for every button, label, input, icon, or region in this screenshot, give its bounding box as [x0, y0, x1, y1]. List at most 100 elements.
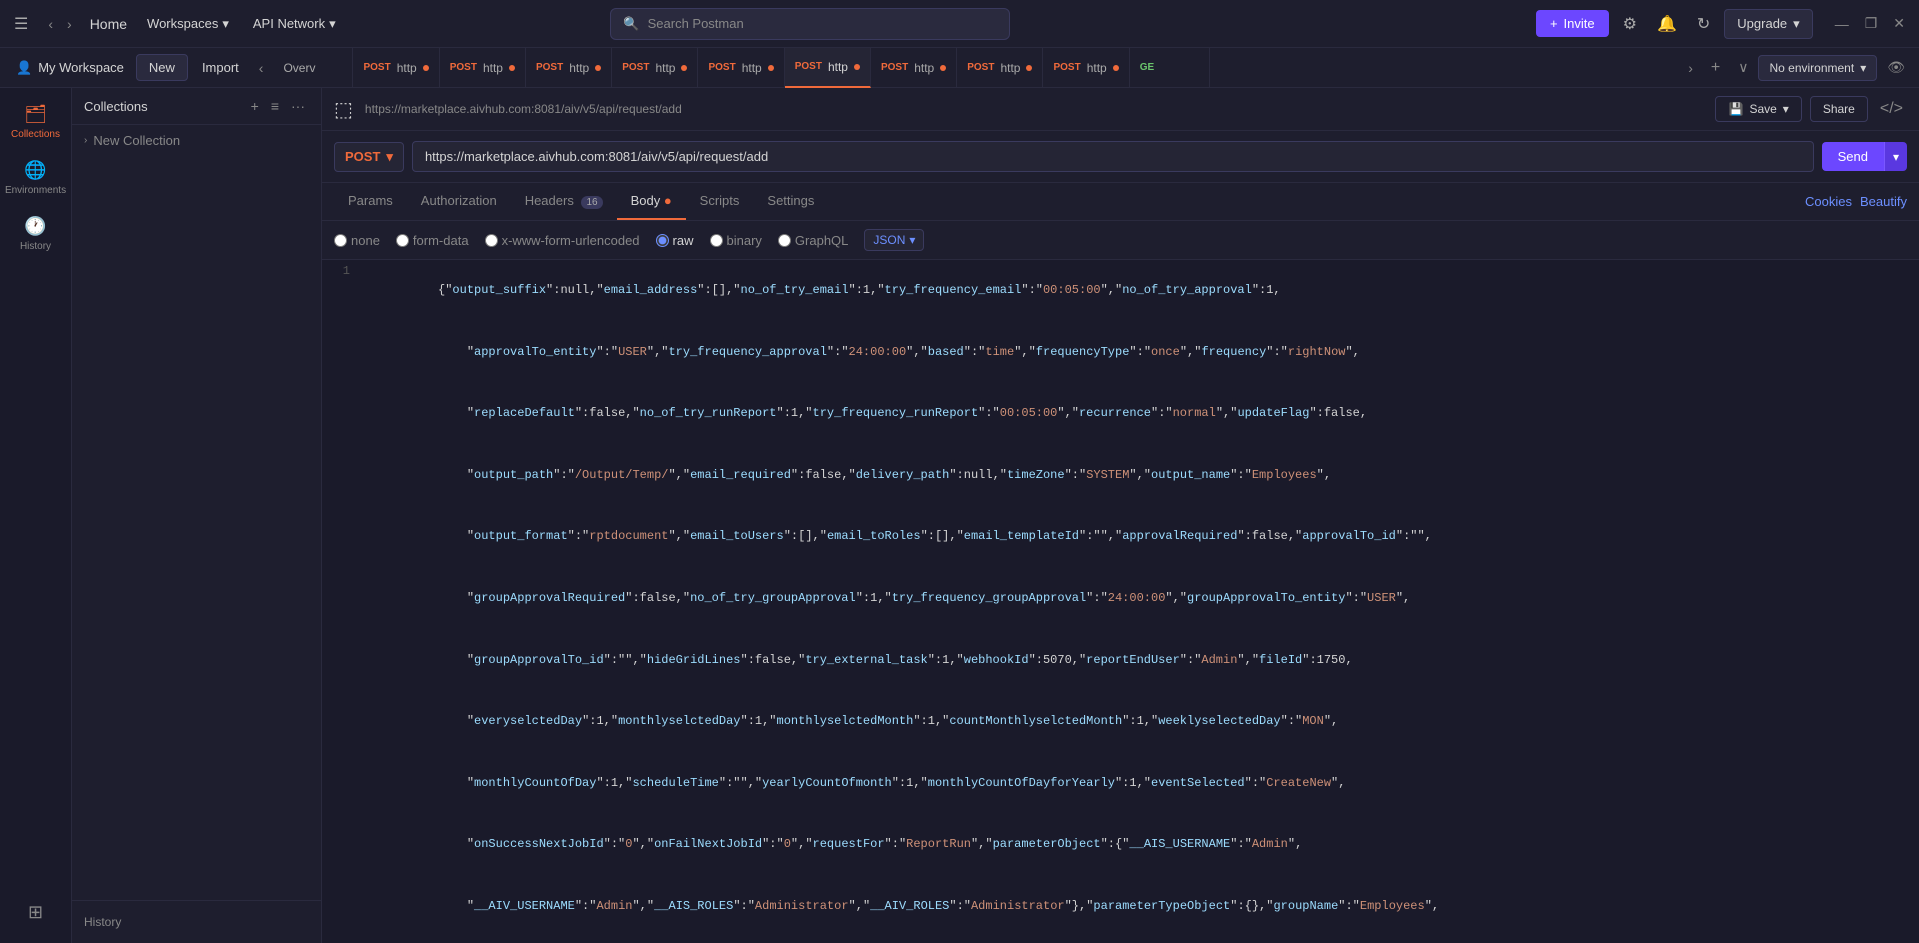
back-button[interactable]: ‹ — [42, 12, 59, 36]
sidebar-item-history[interactable]: 🕐 History — [6, 208, 66, 260]
tab-post-2[interactable]: POST http — [440, 48, 526, 88]
radio-raw[interactable]: raw — [656, 233, 694, 248]
radio-form-data[interactable]: form-data — [396, 233, 469, 248]
radio-graphql[interactable]: GraphQL — [778, 233, 848, 248]
sidebar-item-collections[interactable]: 🗂 Collections — [6, 96, 66, 148]
tab-label-4: http — [655, 61, 675, 75]
code-line-8: "everyselctedDay":1,"monthlyselctedDay":… — [322, 691, 1919, 753]
code-line-6: "groupApprovalRequired":false,"no_of_try… — [322, 568, 1919, 630]
overview-tab[interactable]: Overv — [273, 48, 353, 88]
tab-post-7[interactable]: POST http — [871, 48, 957, 88]
mock-icon: ⊞ — [28, 902, 43, 923]
notifications-button[interactable]: 🔔 — [1651, 10, 1683, 38]
request-panel: ⬚ https://marketplace.aivhub.com:8081/ai… — [322, 88, 1919, 943]
tab-label-5: http — [742, 61, 762, 75]
tab-method-3: POST — [536, 62, 563, 73]
code-line-1: 1 {"output_suffix":null,"email_address":… — [322, 260, 1919, 322]
invite-button[interactable]: + Invite — [1536, 10, 1609, 37]
tab-headers[interactable]: Headers 16 — [511, 183, 617, 220]
tab-dot-5 — [768, 65, 774, 71]
beautify-button[interactable]: Beautify — [1860, 194, 1907, 209]
tab-get-1[interactable]: GE — [1130, 48, 1210, 88]
history-section: History — [72, 900, 321, 943]
method-select[interactable]: POST ▾ — [334, 142, 404, 172]
share-button[interactable]: Share — [1810, 96, 1868, 122]
sync-button[interactable]: ↻ — [1691, 10, 1716, 38]
minimize-button[interactable]: — — [1829, 11, 1855, 36]
home-label[interactable]: Home — [86, 16, 131, 32]
new-collection-item[interactable]: › New Collection — [72, 125, 321, 156]
tab-post-8[interactable]: POST http — [957, 48, 1043, 88]
headers-badge: 16 — [581, 196, 602, 209]
send-button[interactable]: Send — [1822, 142, 1884, 171]
collections-add-button[interactable]: + — [247, 96, 263, 116]
tab-post-5[interactable]: POST http — [698, 48, 784, 88]
add-tab-button[interactable]: + — [1703, 55, 1728, 81]
tab-body[interactable]: Body ● — [617, 183, 686, 220]
tab-method-7: POST — [881, 62, 908, 73]
search-bar[interactable]: 🔍 Search Postman — [610, 8, 1010, 40]
code-line-3: "replaceDefault":false,"no_of_try_runRep… — [322, 383, 1919, 445]
tab-dot-9 — [1113, 65, 1119, 71]
history-title[interactable]: History — [84, 909, 309, 935]
sidebar-item-environments[interactable]: 🌐 Environments — [6, 152, 66, 204]
request-url-bar: ⬚ https://marketplace.aivhub.com:8081/ai… — [322, 88, 1919, 131]
tab-overflow-button[interactable]: ∨ — [1732, 55, 1754, 80]
tab-nav-left[interactable]: ‹ — [253, 56, 270, 80]
sidebar-item-mock[interactable]: ⊞ — [6, 894, 66, 931]
tab-label-7: http — [914, 61, 934, 75]
settings-button[interactable]: ⚙ — [1617, 10, 1643, 38]
maximize-button[interactable]: ❐ — [1859, 11, 1884, 36]
no-environment-button[interactable]: No environment ▾ — [1758, 55, 1877, 81]
send-dropdown-button[interactable]: ▾ — [1884, 142, 1907, 171]
radio-urlencoded[interactable]: x-www-form-urlencoded — [485, 233, 640, 248]
workspaces-button[interactable]: Workspaces ▾ — [139, 12, 237, 36]
upgrade-button[interactable]: Upgrade ▾ — [1724, 9, 1812, 39]
tab-post-4[interactable]: POST http — [612, 48, 698, 88]
json-selector[interactable]: JSON ▾ — [864, 229, 924, 251]
second-bar: 👤 My Workspace New Import ‹ Overv POST h… — [0, 48, 1919, 88]
workspace-label[interactable]: 👤 My Workspace — [8, 60, 132, 76]
tab-post-3[interactable]: POST http — [526, 48, 612, 88]
tab-dot-6 — [854, 64, 860, 70]
forward-button[interactable]: › — [61, 12, 78, 36]
tab-dot-2 — [509, 65, 515, 71]
tab-method-5: POST — [708, 62, 735, 73]
eye-icon-button[interactable]: 👁 — [1881, 55, 1911, 80]
top-right-actions: + Invite ⚙ 🔔 ↻ Upgrade ▾ — ❐ ✕ — [1536, 9, 1911, 39]
cookies-button[interactable]: Cookies — [1805, 194, 1852, 209]
method-url-row: POST ▾ Send ▾ — [322, 131, 1919, 183]
collections-more-button[interactable]: ··· — [287, 96, 309, 116]
collections-actions: + ≡ ··· — [247, 96, 309, 116]
radio-binary[interactable]: binary — [710, 233, 762, 248]
code-button[interactable]: </> — [1876, 96, 1907, 122]
tab-nav-right[interactable]: › — [1682, 56, 1699, 80]
tab-params[interactable]: Params — [334, 183, 407, 220]
save-icon: 💾 — [1728, 102, 1743, 116]
api-network-button[interactable]: API Network ▾ — [245, 12, 344, 36]
tab-post-6-active[interactable]: POST http — [785, 48, 871, 88]
close-button[interactable]: ✕ — [1887, 11, 1911, 36]
menu-icon[interactable]: ☰ — [8, 10, 34, 38]
url-input[interactable] — [412, 141, 1814, 172]
tab-authorization[interactable]: Authorization — [407, 183, 511, 220]
save-button[interactable]: 💾 Save ▾ — [1715, 96, 1801, 122]
tab-post-1[interactable]: POST http — [353, 48, 439, 88]
tab-label-8: http — [1000, 61, 1020, 75]
sidebar-collections-label: Collections — [11, 129, 60, 140]
tab-settings[interactable]: Settings — [753, 183, 828, 220]
code-line-12: "exportReport":0,"inlineReport":0} — [322, 937, 1919, 943]
tab-dot-4 — [681, 65, 687, 71]
import-button[interactable]: Import — [192, 55, 249, 80]
tab-method-9: POST — [1053, 62, 1080, 73]
code-editor[interactable]: 1 {"output_suffix":null,"email_address":… — [322, 260, 1919, 943]
tab-post-9[interactable]: POST http — [1043, 48, 1129, 88]
new-button[interactable]: New — [136, 54, 188, 81]
tabs-area: Overv POST http POST http POST http POST… — [273, 48, 1678, 88]
tab-scripts[interactable]: Scripts — [686, 183, 754, 220]
tab-method-get: GE — [1140, 62, 1154, 73]
radio-none[interactable]: none — [334, 233, 380, 248]
collections-filter-button[interactable]: ≡ — [267, 96, 283, 116]
tab-dot-3 — [595, 65, 601, 71]
search-placeholder: Search Postman — [648, 16, 744, 31]
